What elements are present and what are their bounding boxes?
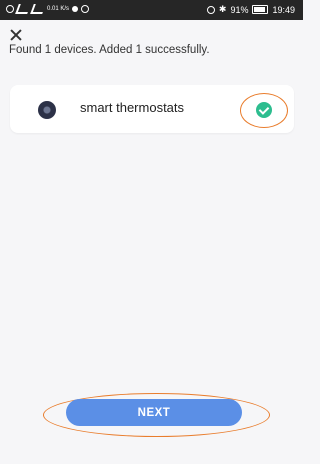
battery-percent: 91%	[230, 4, 249, 15]
next-button[interactable]: NEXT	[66, 399, 242, 426]
status-right: ✱ 91% 19:49	[206, 4, 295, 15]
bluetooth-icon: ✱	[218, 4, 227, 14]
status-bar: 0.01 K/s ✱ 91% 19:49	[0, 0, 303, 20]
notification-icon	[72, 6, 79, 12]
status-left: 0.01 K/s	[6, 4, 90, 14]
device-name: smart thermostats	[80, 100, 185, 115]
network-speed: 0.01 K/s	[47, 6, 70, 12]
alarm-icon	[206, 5, 215, 14]
sim-icon	[6, 5, 14, 13]
close-icon[interactable]	[9, 28, 23, 42]
battery-icon	[252, 5, 269, 14]
clock: 19:49	[272, 4, 295, 15]
result-message: Found 1 devices. Added 1 successfully.	[9, 44, 210, 56]
wifi-icon	[30, 4, 46, 14]
thermostat-icon	[38, 101, 56, 119]
circle-icon	[81, 5, 90, 13]
check-highlight-ring	[240, 93, 288, 128]
signal-icon	[15, 4, 31, 14]
check-circle-icon	[256, 102, 272, 118]
